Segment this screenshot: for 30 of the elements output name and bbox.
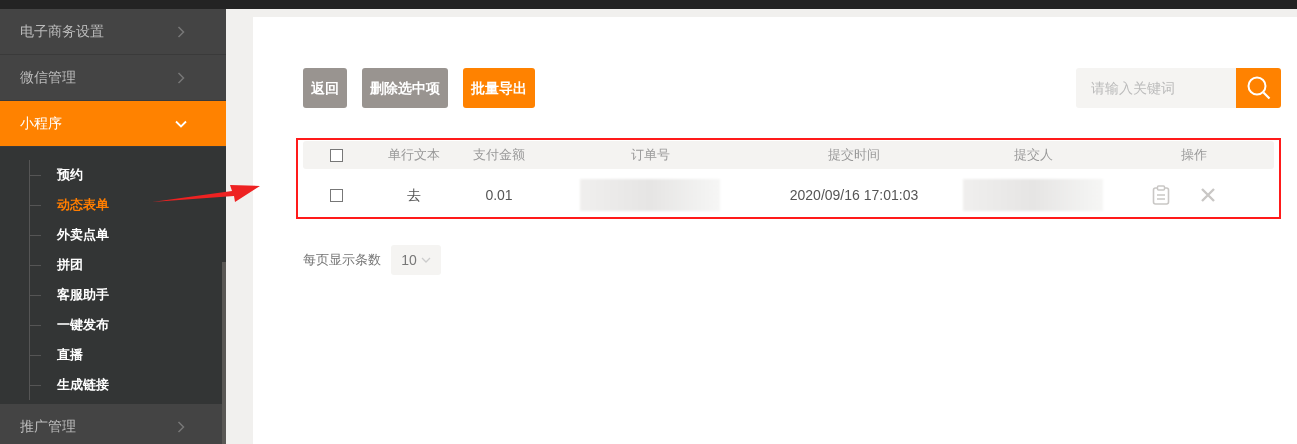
search-button[interactable]	[1236, 68, 1281, 108]
checkbox[interactable]	[330, 148, 343, 162]
clipboard-icon[interactable]	[1152, 185, 1170, 205]
toolbar-button[interactable]: 删除选中项	[362, 68, 448, 108]
search-icon	[1245, 75, 1272, 101]
caret-icon	[420, 257, 431, 263]
submenu-item[interactable]: 外卖点单	[57, 225, 109, 245]
submenu-item[interactable]: 一键发布	[57, 315, 109, 335]
submenu-item[interactable]: 生成链接	[57, 375, 109, 395]
sidebar-item[interactable]: 电子商务设置	[0, 9, 226, 55]
checkbox[interactable]	[330, 188, 343, 202]
scrollbar[interactable]	[222, 262, 226, 444]
column-header: 提交人	[1013, 146, 1053, 165]
column-header: 订单号	[630, 146, 670, 165]
submenu-item[interactable]: 预约	[57, 165, 83, 185]
table-cell-text: 2020/09/16 17:01:03	[789, 185, 919, 205]
column-header: 单行文本	[388, 146, 440, 165]
page-size-select[interactable]: 10	[391, 245, 441, 275]
toolbar-button[interactable]: 返回	[303, 68, 347, 108]
submenu-item[interactable]: 拼团	[57, 255, 83, 275]
table-cell-text: 去	[407, 185, 421, 205]
submenu-item[interactable]: 动态表单	[57, 195, 109, 215]
close-icon[interactable]	[1200, 187, 1216, 203]
column-header: 提交时间	[828, 146, 880, 165]
column-header: 支付金额	[473, 146, 525, 165]
submenu-item[interactable]: 客服助手	[57, 285, 109, 305]
submenu-item[interactable]: 直播	[57, 345, 83, 365]
page-size-label: 每页显示条数	[303, 251, 381, 270]
column-header: 操作	[1181, 146, 1207, 165]
table-cell-text: 0.01	[485, 185, 513, 205]
